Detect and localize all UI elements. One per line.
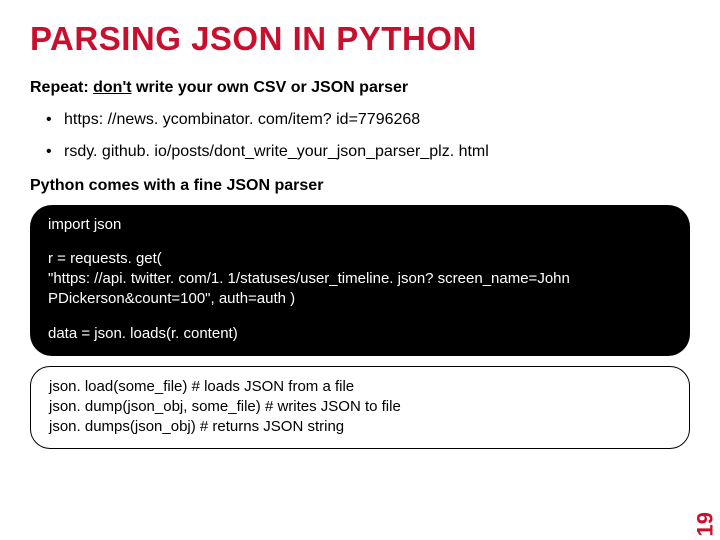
code-block-dark: import json r = requests. get( "https: /…: [30, 205, 690, 356]
code-line: PDickerson&count=100", auth=auth ): [48, 289, 672, 309]
page-number: 19: [692, 512, 718, 536]
code-line: json. dumps(json_obj) # returns JSON str…: [49, 417, 671, 437]
subhead-fine-parser: Python comes with a fine JSON parser: [30, 177, 690, 195]
code-para: r = requests. get( "https: //api. twitte…: [48, 249, 672, 310]
slide-title: PARSING JSON IN PYTHON: [30, 22, 690, 57]
code-line: json. dump(json_obj, some_file) # writes…: [49, 397, 671, 417]
subhead-prefix: Repeat:: [30, 79, 93, 96]
bullet-item: https: //news. ycombinator. com/item? id…: [46, 111, 690, 129]
bullet-list: https: //news. ycombinator. com/item? id…: [46, 111, 690, 161]
code-line: json. load(some_file) # loads JSON from …: [49, 377, 671, 397]
subhead-suffix: write your own CSV or JSON parser: [132, 79, 409, 96]
code-line: import json: [48, 215, 672, 235]
bullet-item: rsdy. github. io/posts/dont_write_your_j…: [46, 143, 690, 161]
code-block-light: json. load(some_file) # loads JSON from …: [30, 366, 690, 449]
code-line: r = requests. get(: [48, 249, 672, 269]
code-line: data = json. loads(r. content): [48, 324, 672, 344]
subhead-emph: don't: [93, 79, 131, 96]
code-line: "https: //api. twitter. com/1. 1/statuse…: [48, 269, 672, 289]
subhead-repeat: Repeat: don't write your own CSV or JSON…: [30, 79, 690, 97]
